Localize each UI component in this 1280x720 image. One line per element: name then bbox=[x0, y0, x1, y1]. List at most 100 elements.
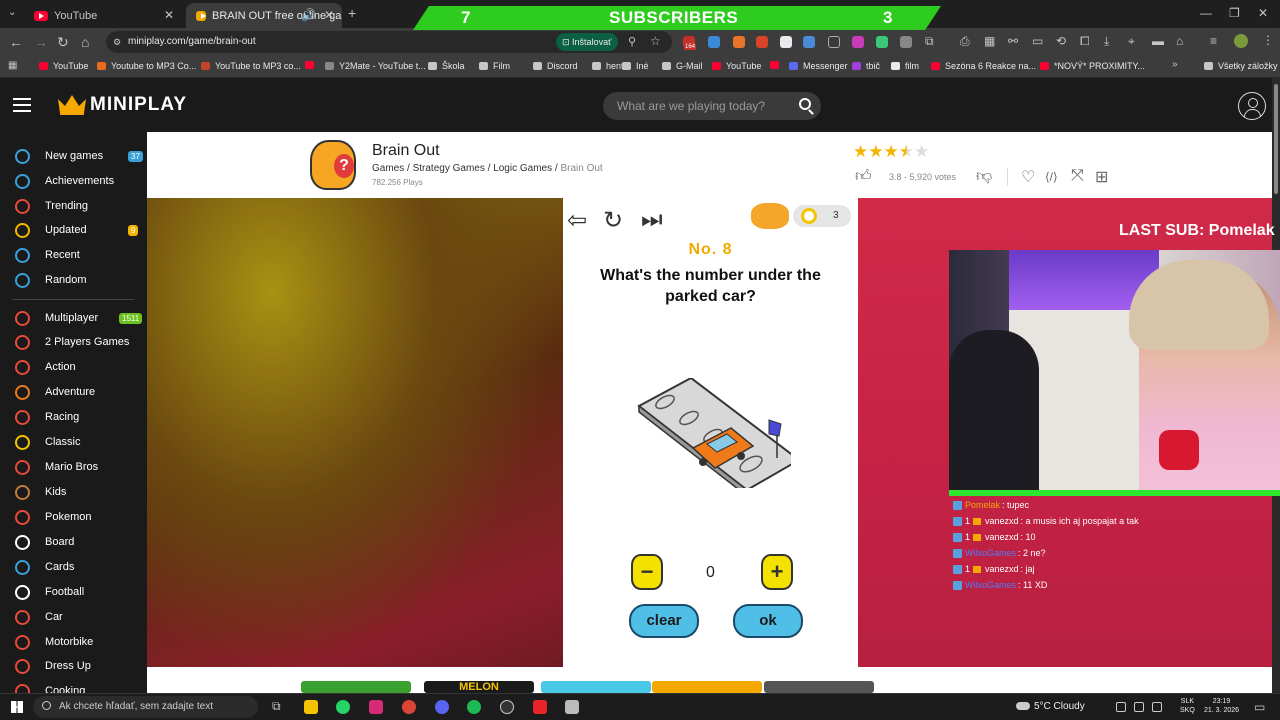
taskbar-search-input[interactable]: Ak chcete hľadať, sem zadajte text bbox=[33, 696, 258, 718]
close-tab-icon[interactable]: ✕ bbox=[324, 8, 334, 22]
embed-code-icon[interactable]: ⟨/⟩ bbox=[1045, 170, 1058, 184]
game-canvas[interactable]: ⇦ ↻ ⏭ 3 No. 8 What's the number under th… bbox=[563, 198, 858, 667]
taskbar-clock[interactable]: 23:19 21. 3. 2026 bbox=[1204, 697, 1239, 715]
bookmark-item[interactable]: YouTube to MP3 co... bbox=[201, 61, 301, 71]
restore-icon[interactable]: ❐ bbox=[1229, 6, 1240, 20]
fullscreen-icon[interactable]: ⤧ bbox=[1071, 167, 1084, 185]
bookmark-item[interactable] bbox=[770, 61, 784, 69]
game-thumbnail[interactable] bbox=[541, 681, 651, 693]
sidebar-item-random[interactable]: Random bbox=[0, 268, 147, 292]
bookmark-item[interactable]: film bbox=[891, 61, 919, 71]
breadcrumb-strategy-games[interactable]: Strategy Games bbox=[413, 163, 485, 174]
bookmark-item[interactable]: YouTube bbox=[39, 61, 88, 71]
thumbs-down-icon[interactable]: 👎︎ bbox=[976, 167, 992, 186]
extension-icon[interactable] bbox=[733, 36, 745, 48]
bookmark-item[interactable]: Messenger bbox=[789, 61, 848, 71]
link-icon[interactable]: ⚯ bbox=[1008, 34, 1018, 48]
sidebar-item-football[interactable]: Football bbox=[0, 580, 147, 604]
star-icon[interactable]: ★ bbox=[853, 142, 868, 161]
star-icon[interactable]: ★ bbox=[868, 142, 883, 161]
game-thumbnail[interactable] bbox=[652, 681, 762, 693]
task-view-icon[interactable]: ⧉ bbox=[272, 699, 281, 714]
extension-icon[interactable] bbox=[852, 36, 864, 48]
zoom-icon[interactable]: ⚲ bbox=[628, 35, 636, 48]
extension-icon[interactable] bbox=[780, 36, 792, 48]
copy-icon[interactable]: ⧠ bbox=[1080, 34, 1090, 49]
increment-button[interactable]: + bbox=[761, 554, 793, 590]
back-arrow-icon[interactable]: ⇦ bbox=[567, 206, 587, 235]
clear-button[interactable]: clear bbox=[629, 604, 699, 638]
forward-icon[interactable]: → bbox=[34, 34, 48, 50]
bookmark-item[interactable]: YouTube bbox=[712, 61, 761, 71]
speaker-icon[interactable]: 🔊 bbox=[301, 8, 316, 22]
parking-lot-illustration[interactable] bbox=[631, 378, 791, 488]
extension-icon[interactable] bbox=[756, 36, 768, 48]
new-tab-button[interactable]: + bbox=[348, 5, 356, 21]
close-window-icon[interactable]: ✕ bbox=[1258, 6, 1268, 20]
back-icon[interactable]: ← bbox=[9, 34, 23, 50]
favorite-heart-icon[interactable]: ♡ bbox=[1021, 167, 1035, 187]
bookmark-item[interactable] bbox=[305, 61, 319, 69]
sidebar-item-pokemon[interactable]: Pokemon bbox=[0, 505, 147, 529]
breadcrumb-logic-games[interactable]: Logic Games bbox=[493, 163, 552, 174]
rating-stars[interactable]: ★★★★★ bbox=[853, 142, 929, 162]
sidebar-item-multiplayer[interactable]: Multiplayer 1511 bbox=[0, 306, 147, 330]
skip-icon[interactable]: ⏭ bbox=[641, 206, 663, 234]
search-icon[interactable] bbox=[799, 98, 811, 110]
star-icon[interactable]: ★ bbox=[899, 142, 914, 161]
apps-icon[interactable]: ▦ bbox=[984, 34, 995, 48]
sidebar-item-dress-up[interactable]: Dress Up bbox=[0, 654, 147, 678]
site-search-input[interactable]: What are we playing today? bbox=[603, 92, 821, 120]
breadcrumb-games[interactable]: Games bbox=[372, 163, 404, 174]
sidebar-item-adventure[interactable]: Adventure bbox=[0, 380, 147, 404]
print-icon[interactable]: ⎙ bbox=[960, 34, 970, 49]
miniplay-logo[interactable]: MINIPLAY bbox=[58, 94, 187, 116]
spotify-icon[interactable] bbox=[467, 700, 481, 714]
home-icon[interactable]: ⌂ bbox=[81, 34, 89, 50]
screenshot-icon[interactable]: ▭ bbox=[1032, 34, 1043, 48]
menu-icon[interactable] bbox=[13, 98, 31, 112]
user-account-icon[interactable] bbox=[1238, 92, 1266, 120]
extensions-puzzle-icon[interactable]: ⧉ bbox=[925, 34, 934, 49]
star-icon[interactable]: ★ bbox=[884, 142, 899, 161]
app-icon[interactable] bbox=[565, 700, 579, 714]
bookmark-item[interactable]: *NOVÝ* PROXIMITY... bbox=[1040, 61, 1145, 71]
star-icon[interactable]: ★ bbox=[914, 142, 929, 161]
reload-icon[interactable]: ↻ bbox=[57, 34, 69, 51]
sidebar-item-action[interactable]: Action bbox=[0, 355, 147, 379]
card-icon[interactable]: ▬ bbox=[1152, 34, 1164, 48]
bookmark-item[interactable]: Y2Mate - YouTube t... bbox=[325, 61, 426, 71]
thumbs-up-icon[interactable]: 👍︎ bbox=[855, 167, 872, 186]
bookmark-item[interactable]: Discord bbox=[533, 61, 578, 71]
bookmark-item[interactable]: Škola bbox=[428, 61, 465, 71]
tab-brain-out[interactable]: BRAIN OUT free online gam 🔊 ✕ bbox=[186, 3, 342, 28]
whatsapp-icon[interactable] bbox=[336, 700, 350, 714]
extension-icon[interactable] bbox=[708, 36, 720, 48]
windows-start-icon[interactable] bbox=[11, 701, 23, 713]
sidebar-item-car[interactable]: Car bbox=[0, 605, 147, 629]
extension-icon[interactable] bbox=[900, 36, 912, 48]
weather-widget[interactable]: 5°C Cloudy bbox=[1016, 701, 1085, 712]
bookmark-item[interactable]: tbič bbox=[852, 61, 880, 71]
sidebar-item-new-games[interactable]: New games 37 bbox=[0, 144, 147, 168]
file-explorer-icon[interactable] bbox=[304, 700, 318, 714]
microphone-tray-icon[interactable] bbox=[1116, 702, 1126, 712]
sidebar-item-cooking[interactable]: Cooking bbox=[0, 679, 147, 693]
dog-mascot-icon[interactable] bbox=[751, 203, 789, 229]
sidebar-item-trending[interactable]: Trending bbox=[0, 194, 147, 218]
restart-icon[interactable]: ↻ bbox=[603, 206, 623, 235]
download-icon[interactable]: ⤓ bbox=[1104, 34, 1109, 49]
apps-grid-icon[interactable]: ▦ bbox=[8, 60, 17, 71]
bookmark-item[interactable]: Film bbox=[479, 61, 510, 71]
bookmark-star-icon[interactable]: ☆ bbox=[650, 34, 661, 48]
bank-icon[interactable]: ⌂ bbox=[1176, 34, 1183, 48]
network-tray-icon[interactable] bbox=[1134, 702, 1144, 712]
extension-icon[interactable] bbox=[828, 36, 840, 48]
sidebar-item-achievements[interactable]: Achievements bbox=[0, 169, 147, 193]
add-to-collection-icon[interactable]: ⊞ bbox=[1095, 167, 1108, 187]
extension-icon[interactable] bbox=[803, 36, 815, 48]
scrollbar-thumb[interactable] bbox=[1274, 84, 1278, 194]
bookmark-item[interactable]: Iné bbox=[622, 61, 649, 71]
game-thumbnail[interactable] bbox=[764, 681, 874, 693]
instagram-icon[interactable] bbox=[369, 700, 383, 714]
